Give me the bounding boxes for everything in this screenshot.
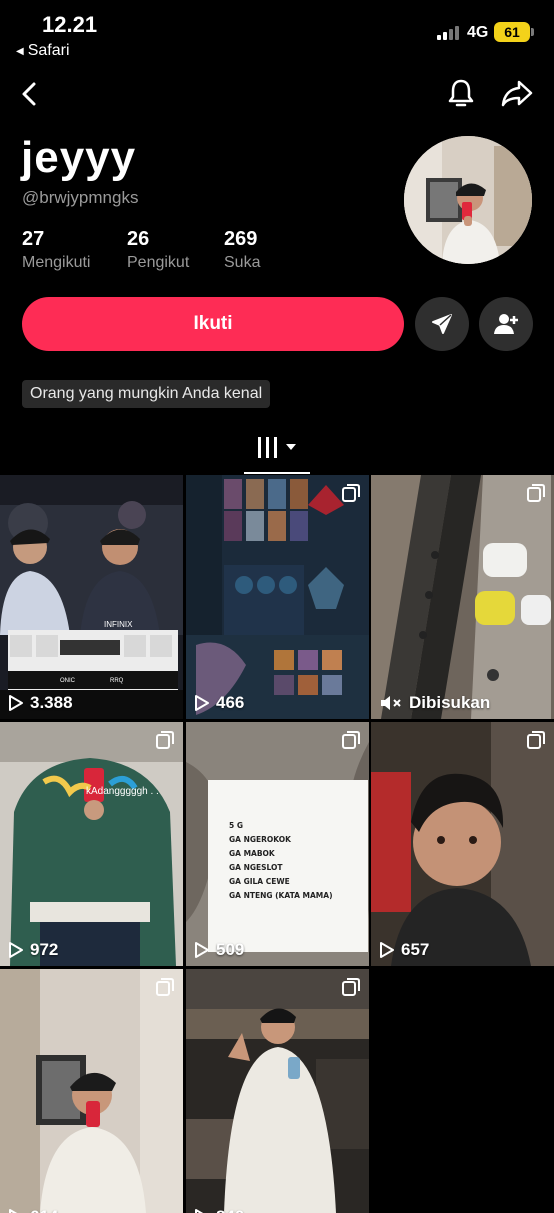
- video-7-image: [0, 969, 183, 1213]
- view-count: 3.388: [8, 693, 73, 713]
- add-user-icon: [494, 314, 518, 334]
- multi-image-icon: [527, 484, 545, 502]
- profile-name: jeyyy: [21, 133, 137, 182]
- suggested-accounts-chip[interactable]: Orang yang mungkin Anda kenal: [22, 380, 271, 408]
- view-count-value: 3.388: [30, 693, 73, 712]
- video-4-caption: kAdangggggh . .: [86, 786, 159, 797]
- notification-button[interactable]: [444, 76, 478, 110]
- view-count-value: 614: [30, 1207, 58, 1213]
- multi-image-icon: [527, 731, 545, 749]
- video-thumbnail[interactable]: 840: [186, 969, 369, 1213]
- note-line: 5 G: [229, 821, 243, 830]
- video-thumbnail[interactable]: 5 G GA NGEROKOK GA MABOK GA NGESLOT GA G…: [186, 722, 369, 966]
- following-label: Mengikuti: [22, 254, 91, 271]
- muted-label: Dibisukan: [379, 693, 490, 713]
- followers-label: Pengikut: [127, 254, 190, 271]
- video-5-note: 5 G GA NGEROKOK GA MABOK GA NGESLOT GA G…: [229, 819, 333, 903]
- signal-icon: [437, 26, 459, 40]
- video-thumbnail[interactable]: 657: [371, 722, 554, 966]
- likes-label: Suka: [224, 254, 261, 271]
- video-1-image: INFINIX ONIC RRQ: [0, 475, 183, 719]
- status-time: 12.21: [42, 12, 98, 37]
- view-count-value: 657: [401, 940, 430, 959]
- multi-image-icon: [342, 978, 360, 996]
- back-button[interactable]: [14, 78, 46, 110]
- video-thumbnail[interactable]: kAdangggggh . . 972: [0, 722, 183, 966]
- view-count: 840: [194, 1207, 244, 1213]
- likes-count: 269: [224, 228, 258, 250]
- note-line: GA NGESLOT: [229, 863, 283, 872]
- stat-followers[interactable]: 26 Pengikut: [127, 228, 189, 272]
- video-thumbnail[interactable]: 614: [0, 969, 183, 1213]
- view-count: 466: [194, 693, 244, 713]
- network-type: 4G: [467, 24, 489, 41]
- share-arrow-icon: [501, 80, 533, 107]
- view-count: 614: [8, 1207, 58, 1213]
- stat-likes: 269 Suka: [224, 228, 260, 272]
- play-icon: [195, 1209, 204, 1213]
- bell-icon: [448, 79, 474, 107]
- stat-following[interactable]: 27 Mengikuti: [22, 228, 90, 272]
- back-to-app-link[interactable]: ◀ Safari: [16, 42, 70, 60]
- note-line: GA GILA CEWE: [229, 877, 290, 886]
- video-1-team-b: RRQ: [110, 678, 124, 684]
- view-count: 972: [8, 940, 58, 960]
- note-line: GA NGEROKOK: [229, 835, 291, 844]
- multi-image-icon: [156, 978, 174, 996]
- follow-button[interactable]: Ikuti: [22, 297, 404, 351]
- play-icon: [195, 695, 209, 711]
- view-count: 657: [379, 940, 429, 960]
- video-thumbnail[interactable]: INFINIX ONIC RRQ 3.388: [0, 475, 183, 719]
- avatar-photo: [404, 136, 532, 264]
- view-count-value: 509: [216, 940, 245, 959]
- video-6-image: [371, 722, 554, 966]
- video-thumbnail[interactable]: 466: [186, 475, 369, 719]
- share-button[interactable]: [500, 76, 534, 110]
- multi-image-icon: [156, 731, 174, 749]
- note-line: GA MABOK: [229, 849, 275, 858]
- video-1-team-a: ONIC: [60, 678, 76, 684]
- followers-count: 26: [127, 228, 150, 250]
- play-icon: [9, 942, 23, 958]
- play-icon: [9, 1209, 18, 1213]
- video-4-image: kAdangggggh . .: [0, 722, 183, 966]
- view-count-value: 840: [216, 1207, 244, 1213]
- tab-videos[interactable]: [244, 426, 310, 474]
- profile-handle: @brwjypmngks: [22, 188, 139, 207]
- video-2-image: [186, 475, 369, 719]
- muted-text: Dibisukan: [409, 693, 491, 712]
- avatar[interactable]: [404, 136, 532, 264]
- play-icon: [9, 695, 23, 711]
- view-count-value: 972: [30, 940, 59, 959]
- send-icon: [432, 314, 452, 334]
- battery-icon: 61: [494, 22, 534, 42]
- tab-indicator: [244, 472, 310, 474]
- multi-image-icon: [342, 484, 360, 502]
- grid-icon: [258, 437, 296, 458]
- suggest-friends-button[interactable]: [479, 297, 533, 351]
- play-icon: [380, 942, 394, 958]
- back-app-label: Safari: [27, 42, 70, 59]
- video-3-image: [371, 475, 554, 719]
- note-line: GA NTENG (KATA MAMA): [229, 891, 333, 900]
- status-bar: 12.21 ◀ Safari 4G 61: [0, 0, 554, 70]
- back-triangle-icon: ◀: [16, 45, 24, 57]
- video-thumbnail[interactable]: Dibisukan: [371, 475, 554, 719]
- view-count-value: 466: [216, 693, 245, 712]
- message-button[interactable]: [415, 297, 469, 351]
- play-icon: [195, 942, 209, 958]
- video-1-sponsor-text: INFINIX: [104, 620, 133, 629]
- view-count: 509: [194, 940, 244, 960]
- muted-speaker-icon: [381, 696, 401, 710]
- chevron-left-icon: [22, 82, 36, 106]
- multi-image-icon: [342, 731, 360, 749]
- video-8-image: [186, 969, 369, 1213]
- following-count: 27: [22, 228, 45, 250]
